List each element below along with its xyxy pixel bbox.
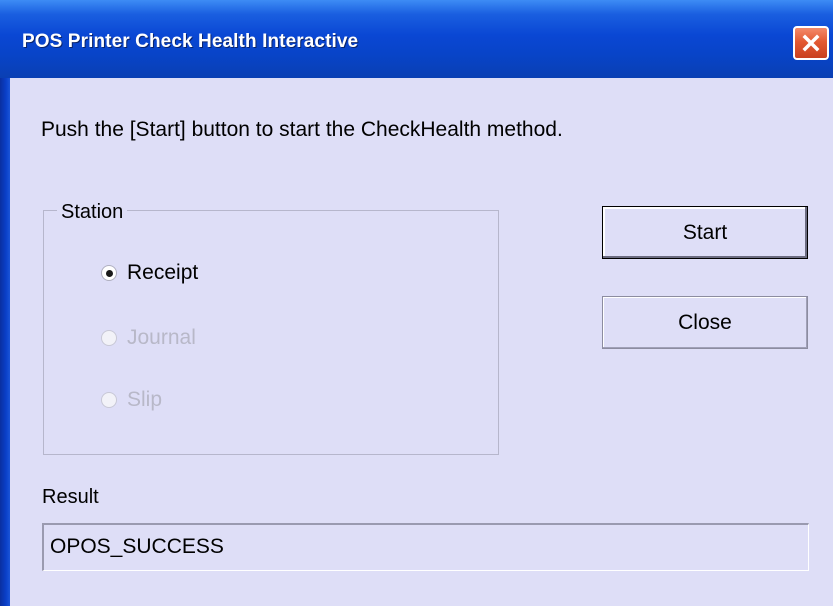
close-icon	[802, 34, 820, 52]
station-group-label: Station	[57, 201, 128, 224]
start-button[interactable]: Start	[602, 206, 808, 259]
instruction-text: Push the [Start] button to start the Che…	[41, 118, 563, 141]
station-radio-receipt[interactable]: Receipt	[101, 261, 198, 285]
close-window-button[interactable]	[793, 26, 829, 60]
radio-label-receipt: Receipt	[127, 261, 199, 284]
dialog-client-area: Push the [Start] button to start the Che…	[10, 78, 833, 606]
radio-unselected-icon	[101, 392, 117, 408]
result-label: Result	[42, 486, 99, 508]
title-bar[interactable]: POS Printer Check Health Interactive	[0, 0, 833, 78]
station-radio-journal: Journal	[101, 326, 196, 350]
window-title: POS Printer Check Health Interactive	[22, 31, 359, 52]
station-radio-slip: Slip	[101, 388, 162, 412]
window-frame-left	[0, 78, 10, 606]
radio-label-journal: Journal	[127, 326, 196, 349]
result-field[interactable]: OPOS_SUCCESS	[42, 523, 809, 571]
radio-unselected-icon	[101, 330, 117, 346]
dialog-window: POS Printer Check Health Interactive Pus…	[0, 0, 833, 606]
radio-selected-icon	[101, 265, 117, 281]
close-button[interactable]: Close	[602, 296, 808, 349]
radio-label-slip: Slip	[127, 388, 163, 411]
